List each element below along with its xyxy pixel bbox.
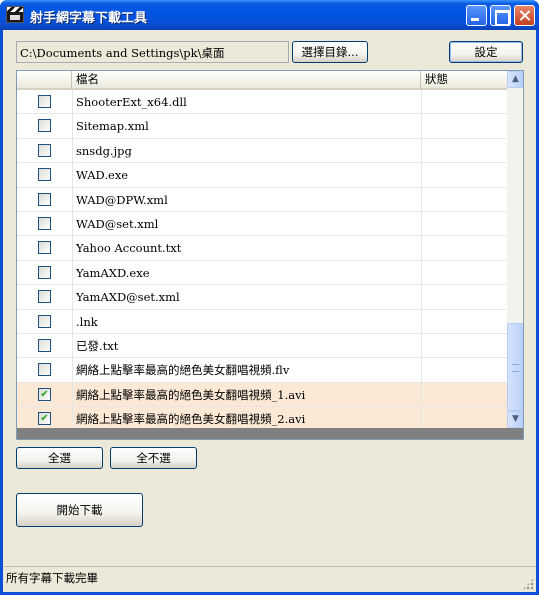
- row-checkbox[interactable]: [38, 314, 51, 328]
- status-bar: 所有字幕下載完畢: [3, 566, 536, 592]
- row-checkbox[interactable]: [38, 216, 51, 230]
- window-title: 射手網字幕下載工具: [30, 11, 148, 26]
- table-row[interactable]: .lnk: [17, 309, 507, 334]
- resize-grip-icon[interactable]: [522, 578, 534, 590]
- grid-header: 檔名 狀態: [17, 71, 507, 90]
- table-row[interactable]: YamAXD@set.xml: [17, 285, 507, 310]
- table-row[interactable]: 已發.txt: [17, 333, 507, 359]
- scroll-down-button[interactable]: ▼: [507, 411, 523, 428]
- maximize-button[interactable]: [490, 5, 511, 26]
- scroll-up-button[interactable]: ▲: [507, 71, 523, 88]
- row-filename: Yahoo Account.txt: [72, 236, 421, 260]
- row-filename: YamAXD@set.xml: [72, 285, 421, 309]
- browse-folder-button[interactable]: 選擇目錄...: [292, 41, 368, 63]
- row-filename: 網絡上點擊率最高的絕色美女翻唱視頻_2.avi: [72, 407, 421, 431]
- app-window: 射手網字幕下載工具 C:\Documents and Settings\pk\桌…: [0, 0, 539, 595]
- row-filename: YamAXD.exe: [72, 260, 421, 285]
- row-status: [421, 285, 507, 309]
- row-checkbox[interactable]: [38, 290, 51, 304]
- row-status: [421, 90, 507, 114]
- title-bar[interactable]: 射手網字幕下載工具: [0, 0, 539, 30]
- column-header-status[interactable]: 狀態: [421, 71, 507, 89]
- row-status: [421, 309, 507, 333]
- client-area: C:\Documents and Settings\pk\桌面 選擇目錄... …: [3, 30, 536, 592]
- row-checkbox[interactable]: [38, 192, 51, 206]
- file-list-grid: 檔名 狀態 ShooterExt_x64.dll Sitemap.xml snsdg…: [16, 70, 524, 440]
- row-status: [421, 114, 507, 138]
- row-filename: 網絡上點擊率最高的絕色美女翻唱視頻.flv: [72, 358, 421, 382]
- row-filename: snsdg.jpg: [72, 138, 421, 163]
- grid-bottom-bar: [17, 428, 523, 439]
- table-row[interactable]: ✔ 網絡上點擊率最高的絕色美女翻唱視頻_1.avi: [17, 382, 507, 408]
- status-text: 所有字幕下載完畢: [6, 571, 98, 585]
- row-checkbox[interactable]: [38, 363, 51, 377]
- row-filename: 網絡上點擊率最高的絕色美女翻唱視頻_1.avi: [72, 382, 421, 407]
- start-download-button[interactable]: 開始下載: [16, 493, 143, 527]
- row-filename: 已發.txt: [72, 333, 421, 358]
- table-row[interactable]: YamAXD.exe: [17, 260, 507, 286]
- minimize-button[interactable]: [466, 5, 487, 26]
- row-status: [421, 407, 507, 431]
- row-status: [421, 138, 507, 163]
- row-status: [421, 333, 507, 358]
- row-status: [421, 260, 507, 285]
- row-status: [421, 358, 507, 382]
- row-filename: WAD.exe: [72, 163, 421, 187]
- table-row[interactable]: snsdg.jpg: [17, 138, 507, 164]
- grid-rows: ShooterExt_x64.dll Sitemap.xml snsdg.jpg WA…: [17, 90, 507, 432]
- row-checkbox[interactable]: ✔: [38, 387, 51, 401]
- select-all-button[interactable]: 全選: [16, 447, 103, 469]
- column-header-filename[interactable]: 檔名: [72, 71, 421, 89]
- table-row[interactable]: Yahoo Account.txt: [17, 236, 507, 261]
- row-checkbox[interactable]: [38, 168, 51, 182]
- row-checkbox[interactable]: [38, 265, 51, 279]
- close-button[interactable]: [514, 5, 535, 26]
- table-row[interactable]: ShooterExt_x64.dll: [17, 90, 507, 115]
- row-filename: WAD@DPW.xml: [72, 187, 421, 211]
- table-row[interactable]: WAD.exe: [17, 163, 507, 188]
- select-none-button[interactable]: 全不選: [110, 447, 197, 469]
- row-checkbox[interactable]: [38, 143, 51, 157]
- clapperboard-icon: [6, 6, 24, 23]
- scroll-thumb[interactable]: [507, 323, 523, 411]
- row-filename: ShooterExt_x64.dll: [72, 90, 421, 114]
- table-row[interactable]: Sitemap.xml: [17, 114, 507, 139]
- column-header-select[interactable]: [17, 71, 72, 89]
- row-status: [421, 163, 507, 187]
- row-status: [421, 382, 507, 407]
- table-row[interactable]: WAD@set.xml: [17, 211, 507, 237]
- row-status: [421, 187, 507, 211]
- row-status: [421, 211, 507, 236]
- row-checkbox[interactable]: [38, 338, 51, 352]
- directory-path-field[interactable]: C:\Documents and Settings\pk\桌面: [16, 41, 289, 63]
- row-filename: Sitemap.xml: [72, 114, 421, 138]
- vertical-scrollbar[interactable]: ▲ ▼: [507, 71, 523, 428]
- table-row[interactable]: WAD@DPW.xml: [17, 187, 507, 212]
- row-checkbox[interactable]: [38, 241, 51, 255]
- row-checkbox[interactable]: [38, 95, 51, 108]
- row-checkbox[interactable]: ✔: [38, 412, 51, 426]
- table-row[interactable]: 網絡上點擊率最高的絕色美女翻唱視頻.flv: [17, 358, 507, 383]
- row-checkbox[interactable]: [38, 119, 51, 133]
- settings-button[interactable]: 設定: [449, 41, 523, 63]
- row-status: [421, 236, 507, 260]
- row-filename: .lnk: [72, 309, 421, 333]
- row-filename: WAD@set.xml: [72, 211, 421, 236]
